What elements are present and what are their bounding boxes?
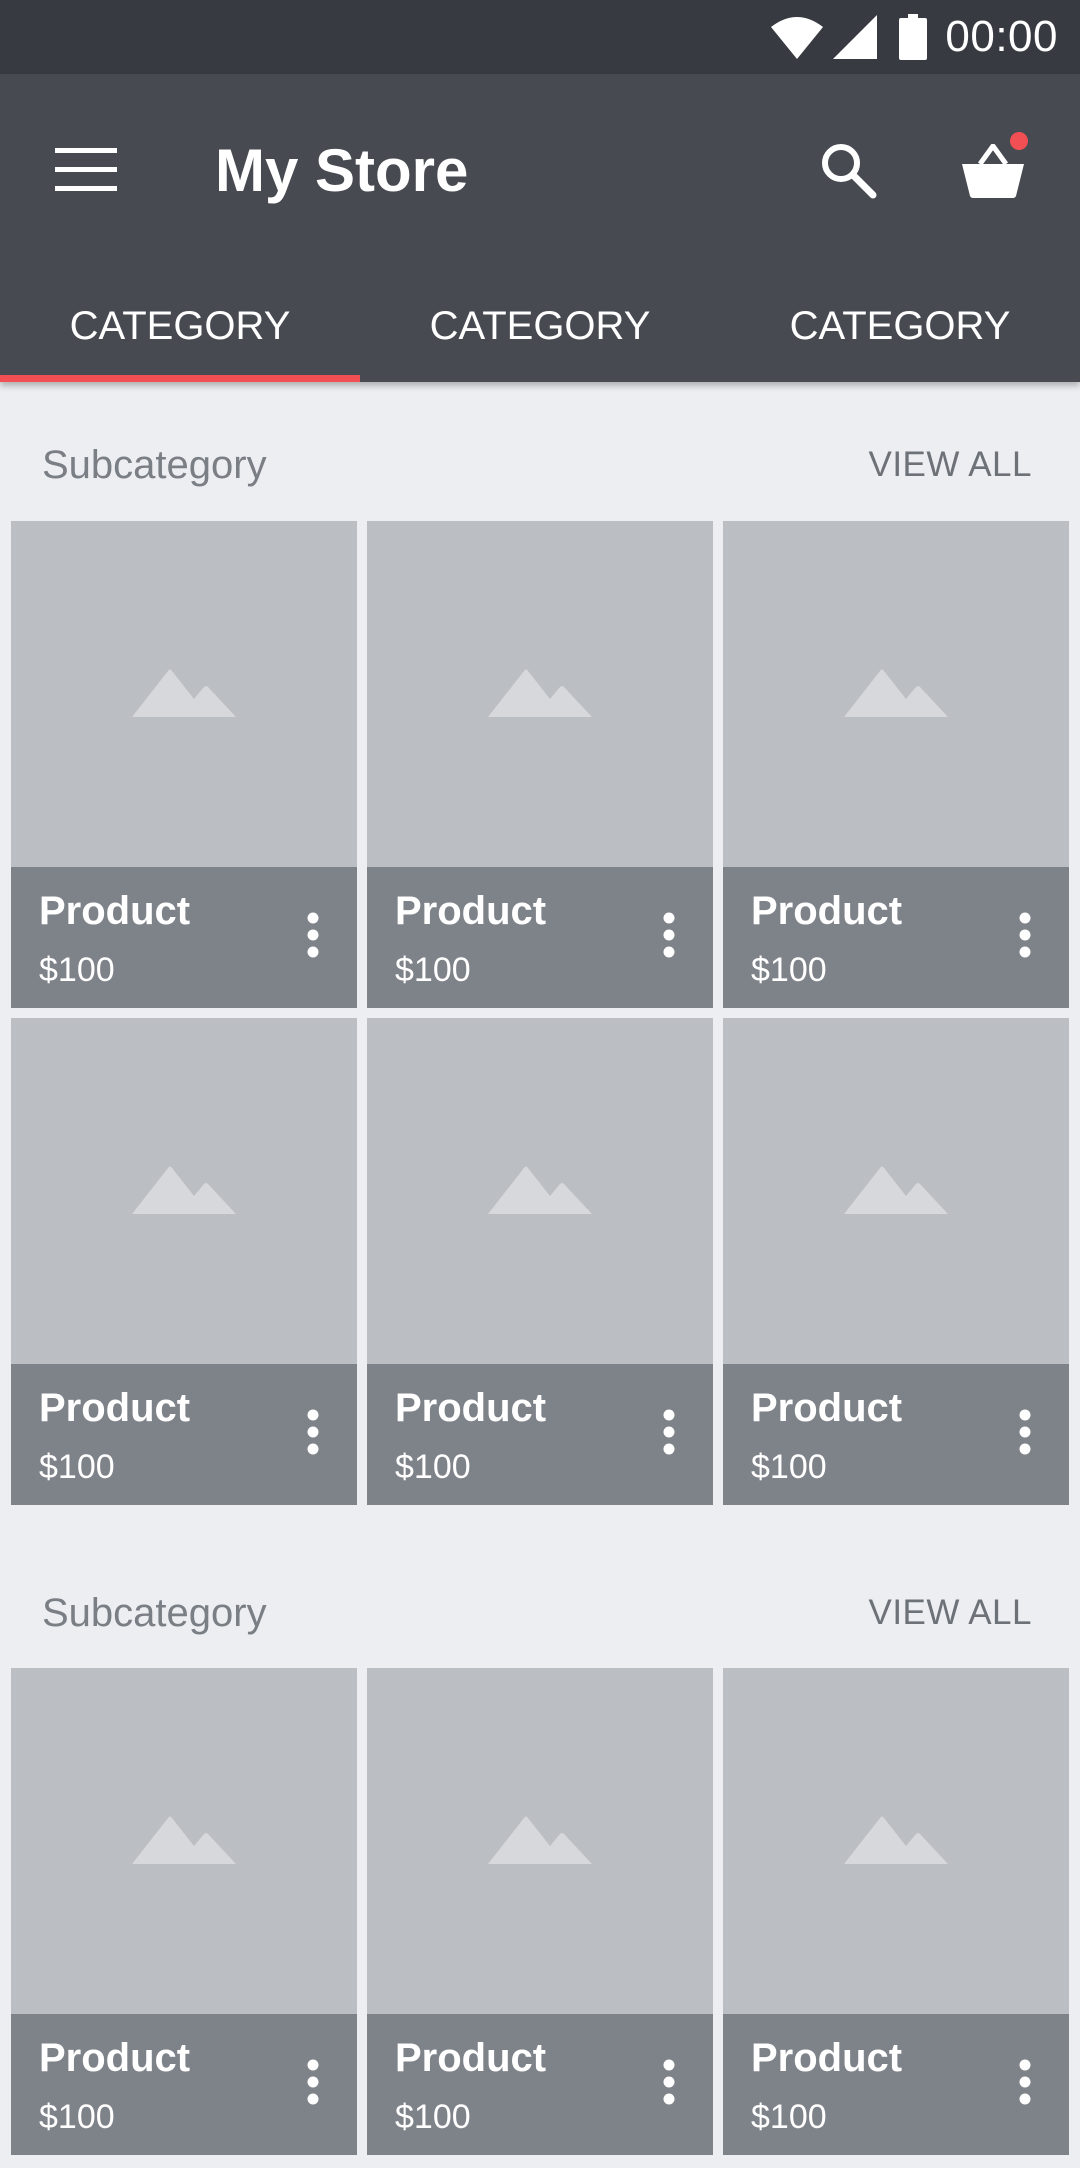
more-vert-icon — [1018, 912, 1032, 963]
product-card[interactable]: Product $100 — [11, 1018, 357, 1505]
cart-button[interactable] — [938, 118, 1048, 228]
product-image — [367, 1018, 713, 1364]
image-placeholder-icon — [488, 1164, 592, 1219]
image-placeholder-icon — [844, 1164, 948, 1219]
more-options-button[interactable] — [999, 2044, 1051, 2124]
more-vert-icon — [662, 1409, 676, 1460]
more-vert-icon — [306, 2059, 320, 2110]
tab-category-3[interactable]: CATEGORY — [720, 270, 1080, 382]
product-image — [367, 521, 713, 867]
category-tabs: CATEGORY CATEGORY CATEGORY — [0, 270, 1080, 382]
section-title: Subcategory — [42, 1591, 267, 1635]
section-header: Subcategory VIEW ALL — [0, 425, 1080, 505]
tab-category-1[interactable]: CATEGORY — [0, 270, 360, 382]
image-placeholder-icon — [488, 1814, 592, 1869]
more-vert-icon — [1018, 2059, 1032, 2110]
product-image — [11, 1018, 357, 1364]
product-name: Product — [39, 1386, 191, 1430]
product-card[interactable]: Product $100 — [11, 1668, 357, 2155]
product-name: Product — [39, 889, 191, 933]
product-name: Product — [39, 2036, 191, 2080]
product-price: $100 — [39, 951, 115, 989]
more-options-button[interactable] — [999, 897, 1051, 977]
more-options-button[interactable] — [287, 2044, 339, 2124]
image-placeholder-icon — [488, 667, 592, 722]
product-name: Product — [395, 2036, 547, 2080]
battery-icon — [899, 14, 928, 60]
menu-icon — [55, 147, 117, 197]
image-placeholder-icon — [132, 1164, 236, 1219]
product-price: $100 — [751, 1448, 827, 1486]
image-placeholder-icon — [844, 667, 948, 722]
section-header: Subcategory VIEW ALL — [0, 1573, 1080, 1653]
product-card[interactable]: Product $100 — [723, 521, 1069, 1008]
product-card[interactable]: Product $100 — [723, 1018, 1069, 1505]
product-price: $100 — [39, 1448, 115, 1486]
product-info: Product $100 — [11, 867, 357, 1008]
product-card[interactable]: Product $100 — [367, 1018, 713, 1505]
product-info: Product $100 — [11, 1364, 357, 1505]
more-vert-icon — [306, 912, 320, 963]
product-info: Product $100 — [367, 867, 713, 1008]
product-image — [11, 521, 357, 867]
more-vert-icon — [662, 2059, 676, 2110]
product-name: Product — [751, 889, 903, 933]
product-card[interactable]: Product $100 — [11, 521, 357, 1008]
product-card[interactable]: Product $100 — [723, 1668, 1069, 2155]
clock: 00:00 — [945, 12, 1058, 61]
menu-button[interactable] — [38, 124, 134, 220]
app-bar: My Store CATEGORY CATEGORY CATEGORY — [0, 74, 1080, 382]
product-price: $100 — [395, 951, 471, 989]
search-icon — [819, 141, 877, 204]
product-name: Product — [751, 1386, 903, 1430]
basket-icon — [962, 143, 1024, 203]
more-vert-icon — [306, 1409, 320, 1460]
cart-badge — [1010, 132, 1028, 150]
view-all-button[interactable]: VIEW ALL — [868, 425, 1032, 505]
section-title: Subcategory — [42, 443, 267, 487]
product-info: Product $100 — [367, 2014, 713, 2155]
product-price: $100 — [39, 2098, 115, 2136]
more-options-button[interactable] — [287, 897, 339, 977]
wifi-icon — [769, 15, 825, 59]
product-grid: Product $100 Product $100 Product $100 Product… — [11, 521, 1069, 1505]
signal-icon — [833, 15, 878, 59]
app-title: My Store — [215, 137, 469, 204]
product-info: Product $100 — [723, 1364, 1069, 1505]
product-info: Product $100 — [723, 867, 1069, 1008]
product-info: Product $100 — [723, 2014, 1069, 2155]
tab-category-2[interactable]: CATEGORY — [360, 270, 720, 382]
product-image — [11, 1668, 357, 2014]
product-name: Product — [751, 2036, 903, 2080]
image-placeholder-icon — [132, 1814, 236, 1869]
more-options-button[interactable] — [643, 897, 695, 977]
product-image — [723, 521, 1069, 867]
product-price: $100 — [395, 2098, 471, 2136]
product-image — [367, 1668, 713, 2014]
more-options-button[interactable] — [643, 1394, 695, 1474]
more-vert-icon — [1018, 1409, 1032, 1460]
product-image — [723, 1668, 1069, 2014]
product-price: $100 — [751, 951, 827, 989]
product-info: Product $100 — [367, 1364, 713, 1505]
product-card[interactable]: Product $100 — [367, 1668, 713, 2155]
more-options-button[interactable] — [643, 2044, 695, 2124]
search-button[interactable] — [800, 124, 896, 220]
product-card[interactable]: Product $100 — [367, 521, 713, 1008]
product-info: Product $100 — [11, 2014, 357, 2155]
product-image — [723, 1018, 1069, 1364]
product-grid: Product $100 Product $100 Product $100 — [11, 1668, 1069, 2155]
image-placeholder-icon — [844, 1814, 948, 1869]
more-options-button[interactable] — [287, 1394, 339, 1474]
product-name: Product — [395, 1386, 547, 1430]
more-vert-icon — [662, 912, 676, 963]
more-options-button[interactable] — [999, 1394, 1051, 1474]
product-price: $100 — [751, 2098, 827, 2136]
status-bar: 00:00 — [0, 0, 1080, 74]
status-icons: 00:00 — [769, 0, 1058, 74]
product-price: $100 — [395, 1448, 471, 1486]
product-name: Product — [395, 889, 547, 933]
image-placeholder-icon — [132, 667, 236, 722]
view-all-button[interactable]: VIEW ALL — [868, 1573, 1032, 1653]
